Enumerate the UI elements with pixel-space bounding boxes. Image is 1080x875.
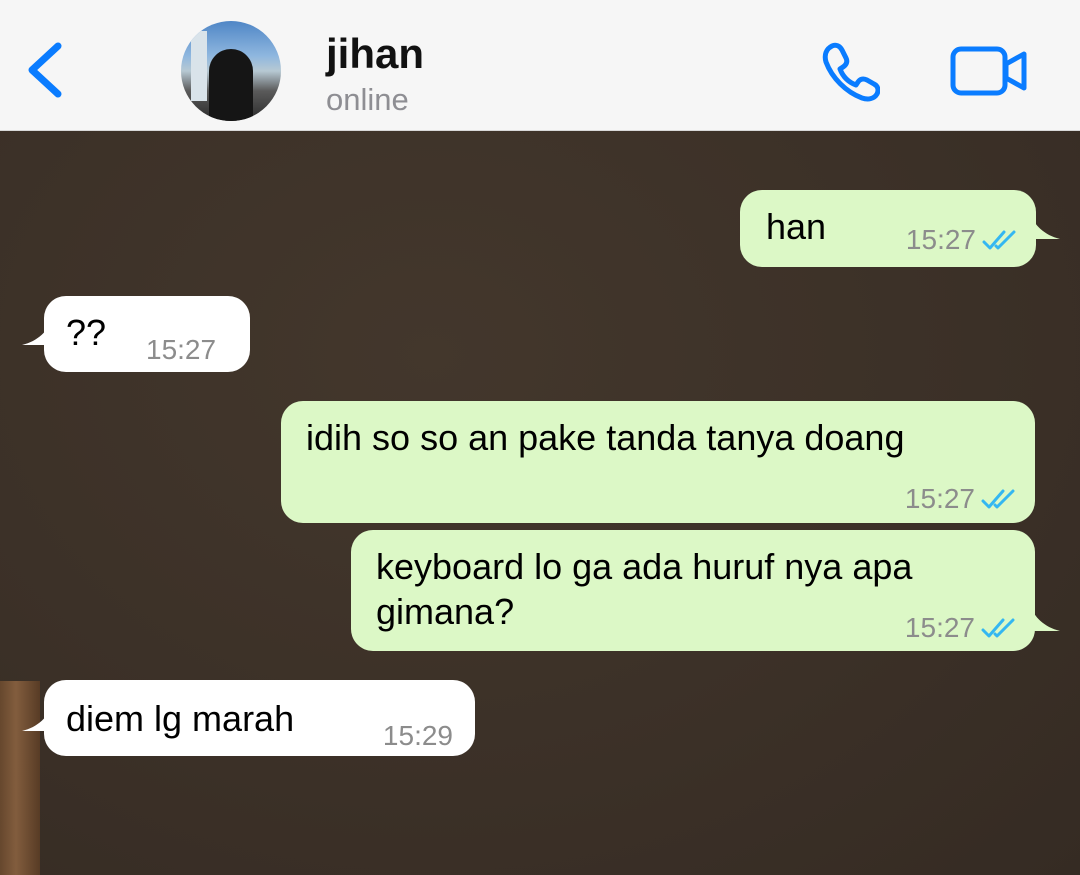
message-text: han — [766, 206, 827, 247]
avatar[interactable] — [181, 21, 281, 121]
phone-icon[interactable] — [818, 40, 880, 102]
message-bubble-outgoing[interactable]: keyboard lo ga ada huruf nya apa gimana?… — [351, 530, 1035, 651]
chat-area[interactable]: han 15:27 ?? 15:27 idih so so an pake ta… — [0, 131, 1080, 875]
message-text: gimana? — [376, 591, 515, 632]
message-bubble-outgoing[interactable]: idih so so an pake tanda tanya doang 15:… — [281, 401, 1035, 523]
message-time: 15:27 — [146, 334, 217, 365]
message-time: 15:29 — [382, 720, 453, 751]
video-camera-icon[interactable] — [950, 46, 1028, 96]
contact-status: online — [326, 82, 409, 117]
message-text: idih so so an pake tanda tanya doang — [306, 417, 905, 458]
message-bubble-incoming[interactable]: diem lg marah 15:29 — [44, 680, 475, 756]
back-chevron-icon[interactable] — [22, 38, 70, 102]
message-time: 15:27 — [904, 483, 975, 514]
message-time: 15:27 — [904, 612, 975, 643]
message-text: diem lg marah — [66, 698, 295, 739]
message-text: ?? — [66, 312, 107, 353]
message-text: keyboard lo ga ada huruf nya apa — [376, 546, 913, 587]
contact-name[interactable]: jihan — [326, 30, 424, 78]
double-check-read-icon — [981, 489, 1015, 509]
message-bubble-incoming[interactable]: ?? 15:27 — [44, 296, 250, 372]
message-time: 15:27 — [905, 224, 976, 255]
double-check-read-icon — [981, 618, 1015, 638]
chat-header: jihan online — [0, 0, 1080, 131]
message-bubble-outgoing[interactable]: han 15:27 — [740, 190, 1036, 267]
double-check-read-icon — [982, 230, 1016, 250]
